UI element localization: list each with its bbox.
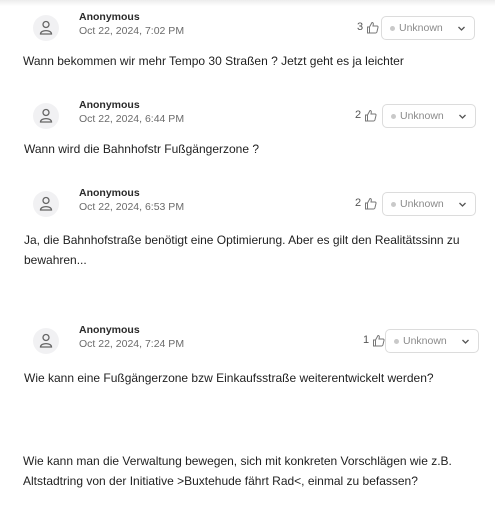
chevron-down-icon — [458, 26, 465, 31]
status-dropdown[interactable]: Unknown — [381, 16, 475, 40]
author-name: Anonymous — [79, 187, 140, 199]
comment-date: Oct 22, 2024, 6:53 PM — [79, 201, 185, 213]
like-button[interactable]: 2 — [355, 195, 377, 211]
like-count: 2 — [355, 109, 362, 121]
like-button[interactable]: 2 — [355, 107, 377, 123]
top-divider — [0, 0, 495, 6]
comment-text: Wie kann eine Fußgängerzone bzw Einkaufs… — [24, 371, 434, 385]
user-icon — [33, 191, 59, 217]
user-icon — [33, 15, 59, 41]
like-count: 1 — [363, 334, 370, 346]
thumbs-up-icon — [364, 197, 377, 210]
status-dropdown[interactable]: Unknown — [385, 329, 479, 353]
status-dot — [390, 26, 395, 31]
status-dropdown[interactable]: Unknown — [382, 192, 476, 216]
comment-header: Anonymous Oct 22, 2024, 6:44 PM 2 Unknow… — [0, 99, 495, 132]
status-value: Unknown — [399, 22, 443, 34]
comment-date: Oct 22, 2024, 6:44 PM — [79, 113, 185, 125]
status-dropdown[interactable]: Unknown — [382, 104, 476, 128]
user-icon — [33, 103, 59, 129]
status-dot — [391, 114, 396, 119]
author-name: Anonymous — [79, 324, 140, 336]
trailing-comment-text: Wie kann man die Verwaltung bewegen, sic… — [23, 454, 452, 488]
like-button[interactable]: 3 — [357, 19, 379, 35]
thumbs-up-icon — [364, 109, 377, 122]
like-count: 2 — [355, 197, 362, 209]
comment-header: Anonymous Oct 22, 2024, 7:24 PM 1 Unknow… — [0, 324, 495, 357]
chevron-down-icon — [462, 339, 469, 344]
comments-page: Anonymous Oct 22, 2024, 7:02 PM 3 Unknow… — [0, 0, 495, 513]
comment-header: Anonymous Oct 22, 2024, 6:53 PM 2 Unknow… — [0, 187, 495, 220]
chevron-down-icon — [459, 202, 466, 207]
like-count: 3 — [357, 21, 364, 33]
author-name: Anonymous — [79, 99, 140, 111]
comment-text: Wann wird die Bahnhofstr Fußgängerzone ? — [24, 142, 260, 156]
author-name: Anonymous — [79, 11, 140, 23]
user-icon — [33, 328, 59, 354]
status-dot — [394, 339, 399, 344]
like-button[interactable]: 1 — [363, 332, 385, 348]
status-value: Unknown — [403, 335, 447, 347]
status-value: Unknown — [400, 198, 444, 210]
comment-header: Anonymous Oct 22, 2024, 7:02 PM 3 Unknow… — [0, 11, 495, 44]
comment-date: Oct 22, 2024, 7:02 PM — [79, 25, 185, 37]
comment-text: Wann bekommen wir mehr Tempo 30 Straßen … — [23, 54, 404, 68]
thumbs-up-icon — [372, 334, 385, 347]
comment-date: Oct 22, 2024, 7:24 PM — [79, 338, 185, 350]
status-dot — [391, 202, 396, 207]
status-value: Unknown — [400, 110, 444, 122]
chevron-down-icon — [459, 114, 466, 119]
thumbs-up-icon — [366, 21, 379, 34]
comment-text: Ja, die Bahnhofstraße benötigt eine Opti… — [24, 233, 460, 267]
